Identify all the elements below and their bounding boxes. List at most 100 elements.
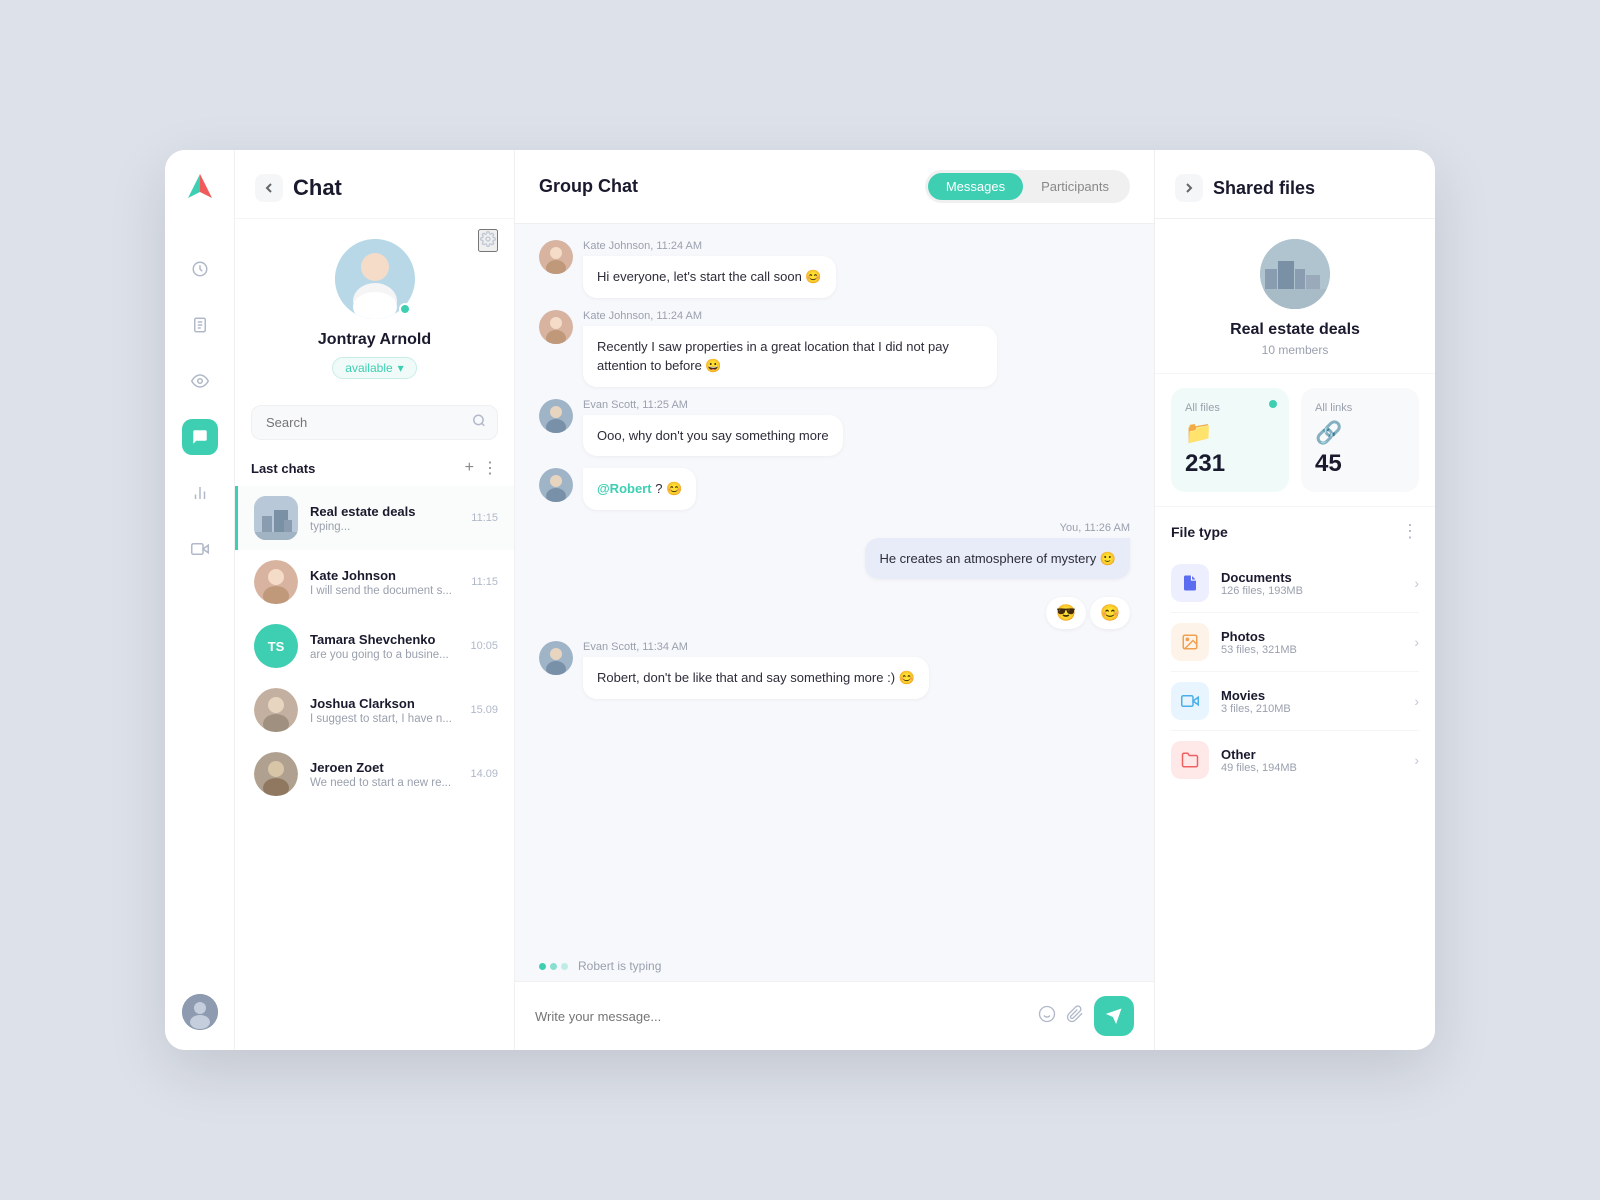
- msg-avatar: [539, 641, 573, 675]
- chat-preview: I suggest to start, I have n...: [310, 713, 458, 725]
- all-links-card[interactable]: All links 🔗 45: [1301, 388, 1419, 492]
- sidebar-item-video[interactable]: [182, 531, 218, 567]
- search-icon: [472, 413, 486, 432]
- user-avatar-bottom[interactable]: [182, 994, 218, 1030]
- sidebar-item-tasks[interactable]: [182, 307, 218, 343]
- file-type-section: File type ⋮ Documents 126 files, 193MB ›: [1155, 507, 1435, 1050]
- chat-info: Kate Johnson I will send the document s.…: [310, 568, 459, 597]
- photos-icon: [1171, 623, 1209, 661]
- app-container: Chat Jontray Arnold: [165, 150, 1435, 1050]
- chevron-right-icon: ›: [1414, 634, 1419, 650]
- send-button[interactable]: [1094, 996, 1134, 1036]
- list-item[interactable]: Jeroen Zoet We need to start a new re...…: [235, 742, 514, 806]
- msg-content: @Robert ? 😊: [583, 468, 696, 510]
- icon-bar: [165, 150, 235, 1050]
- sidebar-item-history[interactable]: [182, 251, 218, 287]
- search-input[interactable]: [251, 405, 498, 440]
- left-panel-header: Chat: [235, 150, 514, 219]
- file-type-item-other[interactable]: Other 49 files, 194MB ›: [1171, 731, 1419, 789]
- file-type-item-documents[interactable]: Documents 126 files, 193MB ›: [1171, 554, 1419, 613]
- chat-info: Jeroen Zoet We need to start a new re...: [310, 760, 458, 789]
- msg-bubble: Hi everyone, let's start the call soon 😊: [583, 256, 836, 298]
- tab-participants[interactable]: Participants: [1023, 173, 1127, 200]
- back-button[interactable]: [255, 174, 283, 202]
- msg-sender: Evan Scott, 11:25 AM: [583, 399, 843, 411]
- chat-name: Joshua Clarkson: [310, 696, 458, 711]
- nav-icons: [182, 251, 218, 994]
- online-indicator: [399, 303, 411, 315]
- file-type-more-button[interactable]: ⋮: [1401, 521, 1419, 542]
- chat-avatar: [254, 560, 298, 604]
- all-files-card[interactable]: All files 📁 231: [1171, 388, 1289, 492]
- file-type-item-photos[interactable]: Photos 53 files, 321MB ›: [1171, 613, 1419, 672]
- stat-label: All links: [1315, 402, 1405, 414]
- file-type-name: Photos: [1221, 629, 1402, 644]
- add-chat-button[interactable]: +: [465, 459, 474, 477]
- typing-indicator: Robert is typing: [515, 951, 1154, 981]
- list-item[interactable]: Kate Johnson I will send the document s.…: [235, 550, 514, 614]
- chat-avatar-initials: TS: [254, 624, 298, 668]
- chat-name: Tamara Shevchenko: [310, 632, 458, 647]
- links-icon: 🔗: [1315, 420, 1405, 446]
- emoji-bubble[interactable]: 😊: [1090, 597, 1130, 629]
- last-chats-label: Last chats: [251, 461, 315, 476]
- emoji-button[interactable]: [1038, 1005, 1056, 1028]
- last-chats-header: Last chats + ⋮: [235, 450, 514, 486]
- all-files-count: 231: [1185, 450, 1275, 478]
- chat-info: Joshua Clarkson I suggest to start, I ha…: [310, 696, 458, 725]
- profile-avatar-wrap: [335, 239, 415, 319]
- search-wrap: [235, 395, 514, 450]
- chat-name: Jeroen Zoet: [310, 760, 458, 775]
- typing-text: Robert is typing: [578, 959, 661, 973]
- chat-avatar-city: [254, 496, 298, 540]
- file-type-meta: 53 files, 321MB: [1221, 644, 1402, 656]
- msg-avatar: [539, 399, 573, 433]
- file-type-name: Other: [1221, 747, 1402, 762]
- panel-title: Chat: [293, 175, 342, 201]
- msg-sender: Evan Scott, 11:34 AM: [583, 641, 929, 653]
- msg-sender: Kate Johnson, 11:24 AM: [583, 310, 997, 322]
- search-row: [251, 405, 498, 440]
- msg-content: Kate Johnson, 11:24 AM Recently I saw pr…: [583, 310, 997, 387]
- file-icon: 📁: [1185, 420, 1275, 446]
- file-type-info: Documents 126 files, 193MB: [1221, 570, 1402, 597]
- msg-bubble: Ooo, why don't you say something more: [583, 415, 843, 457]
- right-panel-header: Shared files: [1155, 150, 1435, 219]
- movies-icon: [1171, 682, 1209, 720]
- emoji-bubble[interactable]: 😎: [1046, 597, 1086, 629]
- list-item[interactable]: Real estate deals typing... 11:15: [235, 486, 514, 550]
- file-type-item-movies[interactable]: Movies 3 files, 210MB ›: [1171, 672, 1419, 731]
- sidebar-item-stats[interactable]: [182, 475, 218, 511]
- emoji-reactions: 😎 😊: [539, 597, 1130, 629]
- profile-section: Jontray Arnold available ▾: [235, 219, 514, 395]
- tab-group: Messages Participants: [925, 170, 1130, 203]
- dot2: [550, 963, 557, 970]
- file-type-title: File type: [1171, 524, 1228, 540]
- list-item[interactable]: TS Tamara Shevchenko are you going to a …: [235, 614, 514, 678]
- chat-time: 10:05: [470, 640, 498, 652]
- msg-bubble: Recently I saw properties in a great loc…: [583, 326, 997, 387]
- chat-preview: We need to start a new re...: [310, 777, 458, 789]
- dot3: [561, 963, 568, 970]
- chat-preview: are you going to a busine...: [310, 649, 458, 661]
- file-type-meta: 3 files, 210MB: [1221, 703, 1402, 715]
- list-item[interactable]: Joshua Clarkson I suggest to start, I ha…: [235, 678, 514, 742]
- message-input[interactable]: [535, 1009, 1028, 1024]
- file-type-info: Movies 3 files, 210MB: [1221, 688, 1402, 715]
- messages-area: Kate Johnson, 11:24 AM Hi everyone, let'…: [515, 224, 1154, 951]
- sidebar-item-chat[interactable]: [182, 419, 218, 455]
- message-row: @Robert ? 😊: [539, 468, 1130, 510]
- more-chats-button[interactable]: ⋮: [482, 458, 498, 478]
- settings-button[interactable]: [478, 229, 498, 252]
- chat-time: 14.09: [470, 768, 498, 780]
- attachment-button[interactable]: [1066, 1005, 1084, 1028]
- sidebar-item-eye[interactable]: [182, 363, 218, 399]
- message-row: Evan Scott, 11:25 AM Ooo, why don't you …: [539, 399, 1130, 457]
- file-type-header: File type ⋮: [1171, 521, 1419, 542]
- collapse-button[interactable]: [1175, 174, 1203, 202]
- msg-avatar: [539, 310, 573, 344]
- stat-label: All files: [1185, 402, 1275, 414]
- tab-messages[interactable]: Messages: [928, 173, 1023, 200]
- file-type-name: Documents: [1221, 570, 1402, 585]
- status-badge[interactable]: available ▾: [332, 357, 416, 379]
